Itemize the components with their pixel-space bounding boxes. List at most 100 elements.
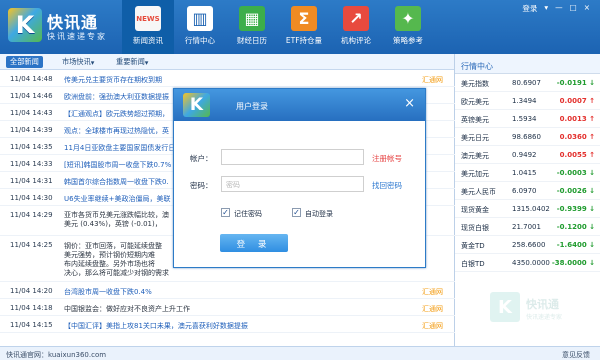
arrow-down-icon: ↓ xyxy=(589,259,595,267)
list-item[interactable]: 11/04 14:15 【中国汇评】美指上攻81关口未果，澳元喜获利好数据提振 汇通… xyxy=(0,316,455,333)
market-change: -0.0026 ↓ xyxy=(557,187,595,195)
app-logo: K xyxy=(8,8,42,42)
maximize-icon[interactable]: □ xyxy=(570,3,577,14)
arrow-up-icon: ↑ xyxy=(589,133,595,141)
market-row[interactable]: 欧元美元 1.3494 0.0007 ↑ xyxy=(455,92,600,110)
market-row[interactable]: 白银TD 4350.0000 -38.0000 ↓ xyxy=(455,254,600,272)
arrow-up-icon: ↑ xyxy=(589,97,595,105)
register-link[interactable]: 注册帐号 xyxy=(372,153,402,164)
market-price: 4350.0000 xyxy=(512,259,550,267)
market-price: 0.9492 xyxy=(512,151,537,159)
market-price: 1.3494 xyxy=(512,97,537,105)
market-row[interactable]: 美元人民币 6.0970 -0.0026 ↓ xyxy=(455,182,600,200)
auto-login-checkbox[interactable]: ✓ xyxy=(292,208,301,217)
news-time: 11/04 14:20 xyxy=(10,287,53,295)
window-controls: 登录 ▾ — □ × xyxy=(522,3,590,14)
close-icon[interactable]: × xyxy=(584,3,590,14)
market-name: 美元加元 xyxy=(461,170,489,178)
nav-etf[interactable]: Σ ETF持仓量 xyxy=(278,0,330,54)
nav-market-label: 行情中心 xyxy=(185,36,215,45)
market-change: -0.0003 ↓ xyxy=(557,169,595,177)
market-change: 0.0055 ↑ xyxy=(560,151,595,159)
news-icon: NEWS xyxy=(135,6,161,31)
market-name: 现货白银 xyxy=(461,224,489,232)
watermark: K 快讯通 快讯速递专家 xyxy=(490,290,595,326)
market-change: 0.0007 ↑ xyxy=(560,97,595,105)
list-item[interactable]: 11/04 14:18 中国银监会：做好应对不良资产上升工作 汇通网 xyxy=(0,299,455,316)
market-row[interactable]: 美元指数 80.6907 -0.0191 ↓ xyxy=(455,74,600,92)
tab-all-news[interactable]: 全部新闻 xyxy=(6,56,43,68)
remember-password-label: 记住密码 xyxy=(234,210,262,218)
account-label: 帐户： xyxy=(190,154,213,163)
market-name: 美元人民币 xyxy=(461,188,496,196)
password-input[interactable]: 密码 xyxy=(221,176,364,192)
nav-news[interactable]: NEWS 新闻资讯 xyxy=(122,0,174,54)
news-time: 11/04 14:18 xyxy=(10,304,53,312)
market-row[interactable]: 美元加元 1.0415 -0.0003 ↓ xyxy=(455,164,600,182)
find-password-link[interactable]: 找回密码 xyxy=(372,180,402,191)
list-item[interactable]: 11/04 14:48 传美元兑主要货币存在期权到期 汇通网 xyxy=(0,70,455,87)
minimize-icon[interactable]: — xyxy=(555,3,563,14)
tab-market-flash[interactable]: 市场快讯 ▾ xyxy=(58,56,98,68)
arrow-down-icon: ↓ xyxy=(589,79,595,87)
login-title: 用户登录 xyxy=(236,102,268,111)
news-summary-line: 决心，那么将可能减少对钢的需求 xyxy=(64,269,169,277)
market-row[interactable]: 澳元美元 0.9492 0.0055 ↑ xyxy=(455,146,600,164)
news-title[interactable]: 台湾股市周一收盘下跌0.4% xyxy=(64,287,384,297)
tab-market-flash-label: 市场快讯 xyxy=(62,57,91,66)
nav-market[interactable]: ▥ 行情中心 xyxy=(174,0,226,54)
feedback-link[interactable]: 意见反馈 xyxy=(562,350,590,360)
market-name: 欧元美元 xyxy=(461,98,489,106)
market-price: 1.5934 xyxy=(512,115,537,123)
news-time: 11/04 14:30 xyxy=(10,194,53,202)
market-change: -1.6400 ↓ xyxy=(557,241,595,249)
market-price: 98.6860 xyxy=(512,133,541,141)
tab-important-news[interactable]: 重要新闻 ▾ xyxy=(112,56,152,68)
account-input[interactable] xyxy=(221,149,364,165)
news-title[interactable]: 【中国汇评】美指上攻81关口未果，澳元喜获利好数据提振 xyxy=(64,321,384,331)
news-time: 11/04 14:48 xyxy=(10,75,53,83)
news-source: 汇通网 xyxy=(422,305,443,313)
market-row[interactable]: 黄金TD 258.6600 -1.6400 ↓ xyxy=(455,236,600,254)
login-link[interactable]: 登录 xyxy=(522,3,537,14)
market-row[interactable]: 英镑美元 1.5934 0.0013 ↑ xyxy=(455,110,600,128)
nav-calendar[interactable]: ▦ 财经日历 xyxy=(226,0,278,54)
news-title[interactable]: 中国银监会：做好应对不良资产上升工作 xyxy=(64,304,384,314)
calendar-icon: ▦ xyxy=(239,6,265,31)
news-time: 11/04 14:39 xyxy=(10,126,53,134)
market-change-value: -0.1200 xyxy=(556,223,587,231)
market-change: 0.0013 ↑ xyxy=(560,115,595,123)
login-button[interactable]: 登 录 xyxy=(220,234,288,252)
list-item[interactable]: 11/04 14:20 台湾股市周一收盘下跌0.4% 汇通网 xyxy=(0,282,455,299)
auto-login-label: 自动登录 xyxy=(305,210,333,218)
chevron-down-icon[interactable]: ▾ xyxy=(544,3,548,14)
password-label: 密码： xyxy=(190,181,213,190)
website-link[interactable]: 快讯通官网：kuaixun360.com xyxy=(6,350,106,360)
market-title: 行情中心 xyxy=(455,54,600,74)
close-icon[interactable]: × xyxy=(404,97,415,110)
nav-strategy[interactable]: ✦ 策略参考 xyxy=(382,0,434,54)
market-row[interactable]: 现货白银 21.7001 -0.1200 ↓ xyxy=(455,218,600,236)
market-change-value: 0.0360 xyxy=(559,133,587,141)
market-change-value: -38.0000 xyxy=(551,259,587,267)
market-row[interactable]: 现货黄金 1315.0402 -0.9399 ↓ xyxy=(455,200,600,218)
market-change-value: 0.0013 xyxy=(559,115,587,123)
news-title[interactable]: 传美元兑主要货币存在期权到期 xyxy=(64,75,384,85)
news-time: 11/04 14:35 xyxy=(10,143,53,151)
market-change-value: 0.0007 xyxy=(559,97,587,105)
nav-comment[interactable]: ↗ 机构评论 xyxy=(330,0,382,54)
login-dialog: K 用户登录 × 帐户： 注册帐号 密码： 密码 找回密码 ✓ 记住密码 ✓ 自… xyxy=(173,88,426,268)
news-time: 11/04 14:29 xyxy=(10,211,53,219)
market-change: -0.9399 ↓ xyxy=(557,205,595,213)
market-row[interactable]: 美元日元 98.6860 0.0360 ↑ xyxy=(455,128,600,146)
market-price: 1315.0402 xyxy=(512,205,550,213)
remember-password-checkbox[interactable]: ✓ xyxy=(221,208,230,217)
market-name: 黄金TD xyxy=(461,242,485,250)
tab-important-news-label: 重要新闻 xyxy=(116,57,145,66)
news-source: 汇通网 xyxy=(422,322,443,330)
arrow-down-icon: ↓ xyxy=(589,241,595,249)
market-change: -38.0000 ↓ xyxy=(552,259,595,267)
arrow-down-icon: ↓ xyxy=(589,223,595,231)
news-time: 11/04 14:46 xyxy=(10,92,53,100)
chart-icon: ▥ xyxy=(187,6,213,31)
